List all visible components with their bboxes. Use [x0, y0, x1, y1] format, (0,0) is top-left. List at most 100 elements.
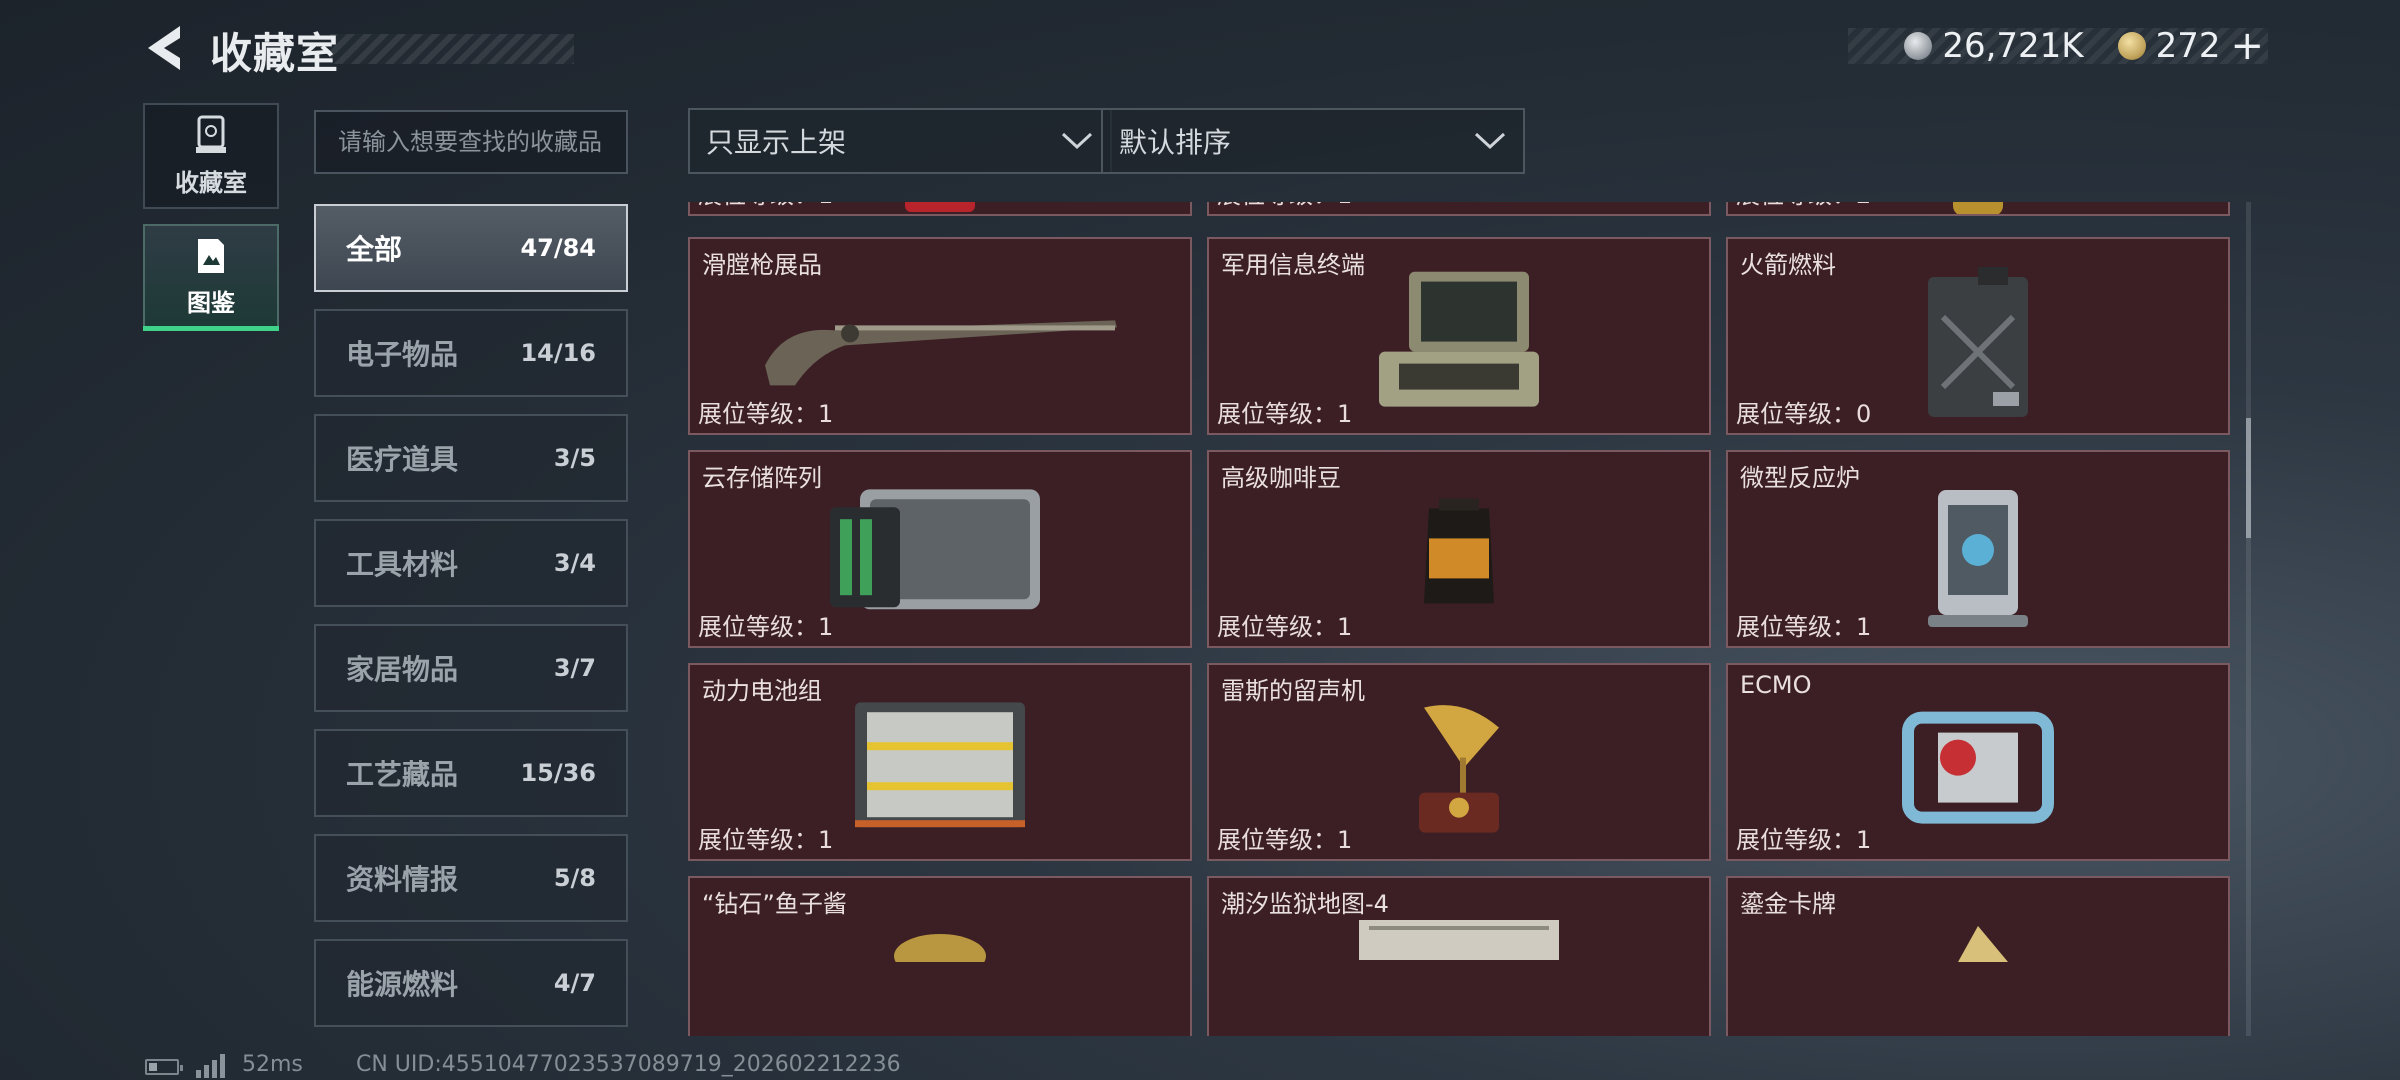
currency-bar: 26,721K 272 + — [1848, 26, 2268, 66]
grid-scrollbar-thumb[interactable] — [2246, 418, 2251, 538]
collection-item-card[interactable]: 高级咖啡豆 展位等级：1 — [1207, 450, 1711, 648]
category-intel[interactable]: 资料情报 5/8 — [314, 834, 628, 922]
military-terminal-icon — [1379, 271, 1539, 407]
item-name: ECMO — [1740, 671, 1812, 699]
tab-catalog-label: 图鉴 — [187, 288, 235, 317]
item-level: 展位等级：1 — [1217, 400, 1353, 428]
item-name: “钻石”鱼子酱 — [702, 890, 847, 918]
collection-item-card[interactable]: 雷斯的留声机 展位等级：1 — [1207, 663, 1711, 861]
category-household[interactable]: 家居物品 3/7 — [314, 624, 628, 712]
storage-array-icon — [830, 489, 1040, 610]
item-name: 火箭燃料 — [1740, 251, 1836, 279]
item-level: 展位等级：1 — [1217, 826, 1353, 854]
collection-grid[interactable]: 展位等级：1 展位等级：1 展位等级：2 滑膛枪展品 — [686, 202, 2232, 1036]
category-name: 全部 — [346, 233, 403, 266]
category-name: 资料情报 — [346, 863, 459, 896]
item-level: 展位等级：1 — [1217, 202, 1352, 210]
search-input[interactable] — [314, 110, 628, 174]
category-count: 3/4 — [553, 549, 596, 577]
collection-item-card[interactable]: 军用信息终端 展位等级：1 — [1207, 237, 1711, 435]
tab-catalog[interactable]: 图鉴 — [143, 224, 279, 330]
collection-item-card[interactable]: 潮汐监狱地图-4 — [1207, 876, 1711, 1036]
tab-collection-room-label: 收藏室 — [175, 168, 247, 197]
item-name: 潮汐监狱地图-4 — [1221, 890, 1389, 918]
collection-item-card[interactable]: 滑膛枪展品 展位等级：1 — [688, 237, 1192, 435]
item-name: 鎏金卡牌 — [1740, 890, 1836, 918]
item-name: 高级咖啡豆 — [1221, 464, 1341, 492]
collection-item-card[interactable]: “钻石”鱼子酱 — [688, 876, 1192, 1036]
armored-vehicle-icon — [1354, 202, 1564, 213]
item-level: 展位等级：1 — [698, 400, 834, 428]
category-name: 医疗道具 — [346, 443, 459, 476]
item-level: 展位等级：1 — [698, 826, 834, 854]
category-count: 5/8 — [553, 864, 596, 892]
category-electronics[interactable]: 电子物品 14/16 — [314, 309, 628, 397]
collection-item-card[interactable]: 展位等级：1 — [1207, 202, 1711, 216]
category-count: 3/7 — [553, 654, 596, 682]
collection-item-card[interactable]: 微型反应炉 展位等级：1 — [1726, 450, 2230, 648]
user-uid: CN UID:45510477023537089719_202602212236 — [356, 1052, 901, 1077]
mini-reactor-icon — [1928, 490, 2028, 627]
category-energy[interactable]: 能源燃料 4/7 — [314, 939, 628, 1027]
chevron-down-icon — [1474, 132, 1506, 150]
item-level: 展位等级：1 — [698, 613, 834, 641]
collection-item-card[interactable]: ECMO 展位等级：1 — [1726, 663, 2230, 861]
item-name: 雷斯的留声机 — [1221, 677, 1365, 705]
category-name: 工艺藏品 — [346, 758, 459, 791]
item-name: 动力电池组 — [702, 677, 822, 705]
category-crafts[interactable]: 工艺藏品 15/36 — [314, 729, 628, 817]
gold-watch-icon — [1953, 202, 2003, 214]
sort-dropdown[interactable]: 默认排序 — [1101, 108, 1525, 174]
silver-currency-amount: 26,721K — [1942, 26, 2084, 66]
category-count: 47/84 — [520, 234, 596, 262]
display-filter-dropdown[interactable]: 只显示上架 — [688, 108, 1112, 174]
back-arrow-icon — [148, 26, 180, 70]
silver-coin-icon — [1904, 32, 1933, 60]
category-name: 工具材料 — [346, 548, 459, 581]
item-level: 展位等级：0 — [1736, 400, 1872, 428]
gramophone-icon — [1419, 705, 1499, 833]
battery-pack-icon — [855, 702, 1025, 828]
category-count: 14/16 — [520, 339, 596, 367]
category-name: 家居物品 — [346, 653, 459, 686]
category-medical[interactable]: 医疗道具 3/5 — [314, 414, 628, 502]
catalog-book-icon — [198, 238, 224, 273]
item-name: 滑膛枪展品 — [702, 251, 822, 279]
add-currency-button[interactable]: + — [2230, 26, 2264, 66]
collection-item-card[interactable]: 鎏金卡牌 — [1726, 876, 2230, 1036]
back-button[interactable] — [140, 22, 188, 74]
map-icon — [1359, 920, 1559, 960]
chevron-down-icon — [1061, 132, 1093, 150]
sort-value: 默认排序 — [1119, 126, 1232, 159]
red-device-icon — [905, 202, 975, 212]
category-name: 能源燃料 — [346, 968, 459, 1001]
item-name: 微型反应炉 — [1740, 464, 1860, 492]
network-ping: 52ms — [242, 1052, 303, 1077]
item-name: 军用信息终端 — [1221, 251, 1365, 279]
item-level: 展位等级：1 — [1217, 613, 1353, 641]
ecmo-machine-icon — [1902, 711, 2054, 824]
collection-item-card[interactable]: 火箭燃料 展位等级：0 — [1726, 237, 2230, 435]
collection-item-card[interactable]: 云存储阵列 展位等级：1 — [688, 450, 1192, 648]
collection-item-card[interactable]: 展位等级：2 — [1726, 202, 2230, 216]
item-level: 展位等级：1 — [698, 202, 833, 210]
collection-item-card[interactable]: 展位等级：1 — [688, 202, 1192, 216]
page-title: 收藏室 — [210, 29, 340, 78]
category-name: 电子物品 — [346, 338, 459, 371]
battery-icon — [145, 1059, 183, 1075]
gold-card-icon — [1958, 926, 2008, 962]
caviar-icon — [894, 934, 986, 962]
fuel-canister-icon — [1928, 267, 2028, 417]
active-tab-indicator — [143, 326, 279, 331]
item-level: 展位等级：2 — [1736, 202, 1871, 210]
tab-collection-room[interactable]: 收藏室 — [143, 103, 279, 209]
grid-scrollbar-track[interactable] — [2246, 202, 2251, 1036]
category-tools[interactable]: 工具材料 3/4 — [314, 519, 628, 607]
category-count: 15/36 — [520, 759, 596, 787]
category-all[interactable]: 全部 47/84 — [314, 204, 628, 292]
collection-item-card[interactable]: 动力电池组 展位等级：1 — [688, 663, 1192, 861]
category-count: 4/7 — [553, 969, 596, 997]
trophy-case-icon — [196, 115, 226, 153]
gold-coin-icon — [2117, 32, 2146, 60]
item-level: 展位等级：1 — [1736, 613, 1872, 641]
